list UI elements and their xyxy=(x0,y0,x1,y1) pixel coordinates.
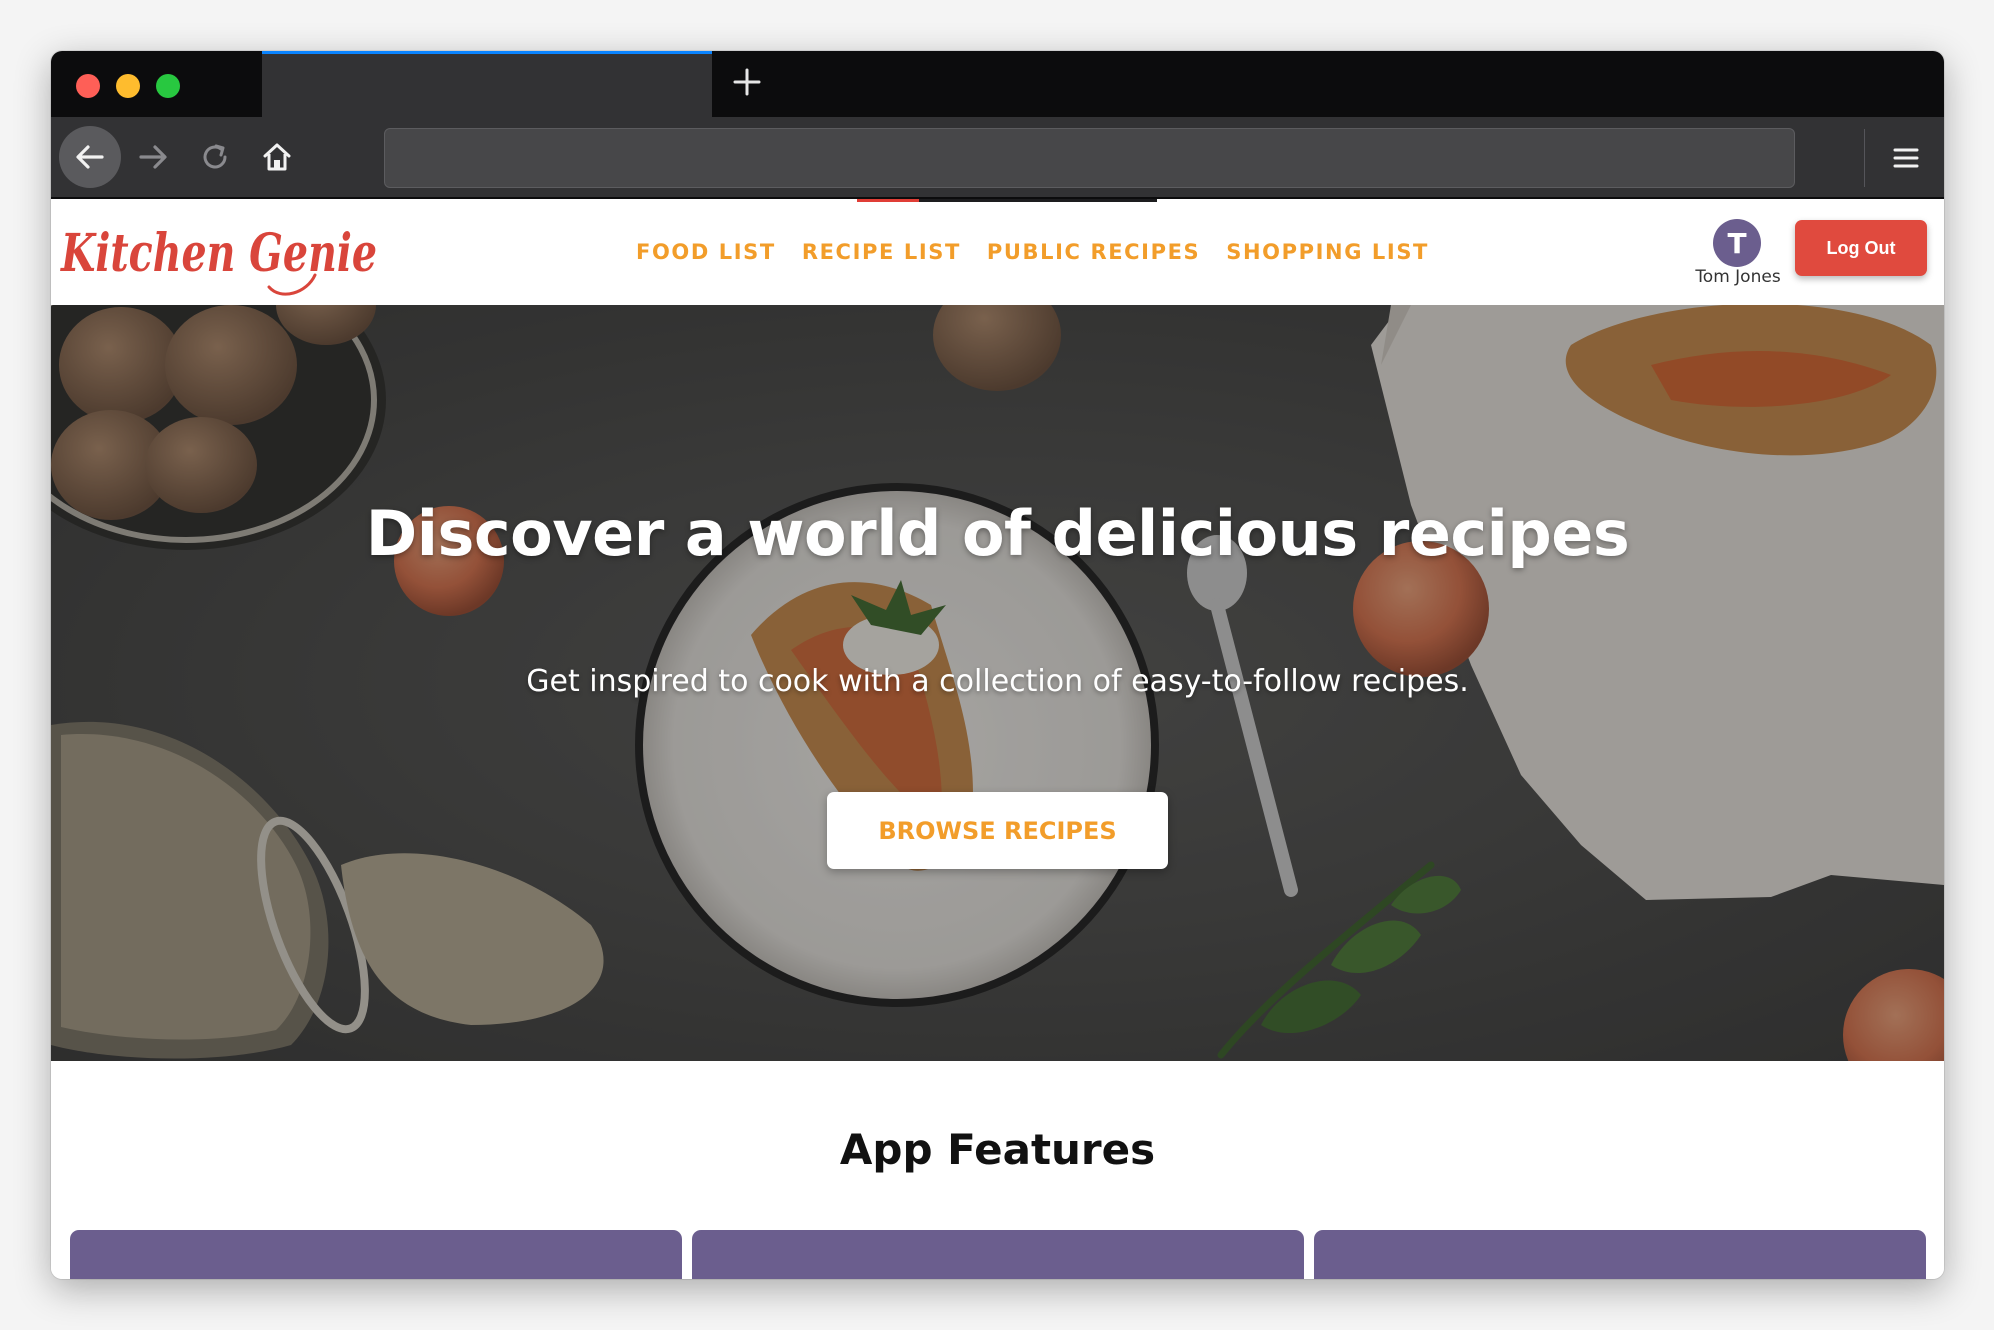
tab-strip xyxy=(51,51,1944,117)
feature-card xyxy=(70,1230,682,1279)
active-tab[interactable] xyxy=(262,51,712,117)
back-arrow-icon xyxy=(76,145,104,169)
site-navbar: Kitchen Genie FOOD LIST RECIPE LIST PUBL… xyxy=(51,199,1944,305)
kitchen-genie-logo[interactable]: Kitchen Genie xyxy=(57,201,387,301)
reload-icon xyxy=(203,144,227,169)
back-button[interactable] xyxy=(59,126,121,188)
feature-card xyxy=(1314,1230,1926,1279)
logo-text: Kitchen Genie xyxy=(59,223,377,284)
user-name: Tom Jones xyxy=(1695,267,1781,287)
hamburger-menu-icon xyxy=(1893,148,1919,168)
home-button[interactable] xyxy=(246,126,308,188)
hero-subtitle: Get inspired to cook with a collection o… xyxy=(526,664,1469,699)
address-bar[interactable] xyxy=(384,128,1795,188)
minimize-window-button[interactable] xyxy=(116,74,140,98)
feature-card xyxy=(692,1230,1304,1279)
hero-title: Discover a world of delicious recipes xyxy=(365,497,1630,570)
forward-button[interactable] xyxy=(122,126,184,188)
web-page: Kitchen Genie FOOD LIST RECIPE LIST PUBL… xyxy=(51,199,1944,1279)
hero-section: Discover a world of delicious recipes Ge… xyxy=(51,305,1944,1061)
toolbar-divider xyxy=(1864,129,1865,187)
loading-progress xyxy=(857,199,919,202)
browser-toolbar xyxy=(51,117,1944,199)
browser-window: Kitchen Genie FOOD LIST RECIPE LIST PUBL… xyxy=(51,51,1944,1279)
close-window-button[interactable] xyxy=(76,74,100,98)
main-nav: FOOD LIST RECIPE LIST PUBLIC RECIPES SHO… xyxy=(636,233,1429,271)
maximize-window-button[interactable] xyxy=(156,74,180,98)
nav-recipe-list[interactable]: RECIPE LIST xyxy=(802,233,961,271)
browse-recipes-button[interactable]: BROWSE RECIPES xyxy=(827,792,1168,869)
new-tab-button[interactable] xyxy=(727,62,767,102)
page-loading-bar xyxy=(857,199,1157,202)
features-title: App Features xyxy=(839,1125,1156,1174)
reload-button[interactable] xyxy=(184,126,246,188)
logout-button[interactable]: Log Out xyxy=(1795,220,1927,276)
nav-public-recipes[interactable]: PUBLIC RECIPES xyxy=(987,233,1200,271)
tab-accent-line xyxy=(262,51,712,54)
nav-shopping-list[interactable]: SHOPPING LIST xyxy=(1226,233,1429,271)
app-menu-button[interactable] xyxy=(1878,129,1934,187)
home-icon xyxy=(263,143,291,171)
avatar[interactable]: T xyxy=(1713,219,1761,267)
nav-food-list[interactable]: FOOD LIST xyxy=(636,233,776,271)
forward-arrow-icon xyxy=(139,145,167,169)
plus-icon xyxy=(733,68,761,96)
user-profile[interactable]: T Tom Jones xyxy=(1683,219,1793,291)
